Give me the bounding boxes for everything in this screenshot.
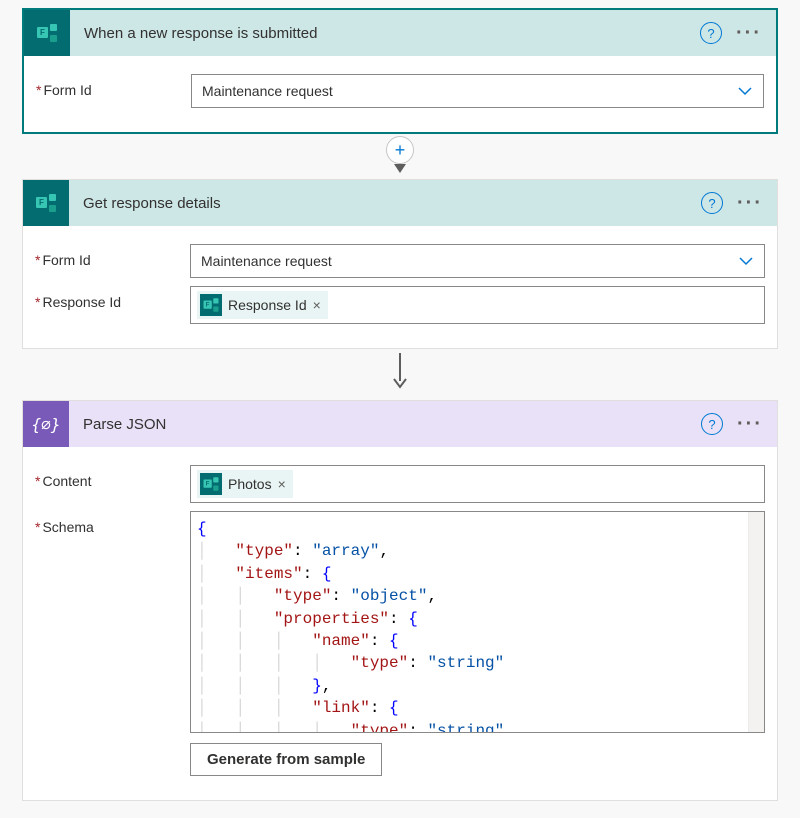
more-icon[interactable]: ···: [737, 192, 763, 215]
card-header[interactable]: F Get response details ? ···: [23, 180, 777, 226]
form-id-value: Maintenance request: [202, 83, 737, 99]
content-label: *Content: [35, 465, 190, 489]
card-body: *Content F Photos × *Schema { │ "type": …: [23, 447, 777, 800]
action-card-parse-json: {∅} Parse JSON ? ··· *Content F Photos ×…: [22, 400, 778, 801]
card-title: Parse JSON: [69, 416, 701, 433]
dynamic-token[interactable]: F Photos ×: [197, 470, 293, 498]
help-icon[interactable]: ?: [700, 22, 722, 44]
connector: [22, 349, 778, 400]
form-id-label: *Form Id: [35, 244, 190, 268]
form-id-select[interactable]: Maintenance request: [190, 244, 765, 278]
card-body: *Form Id Maintenance request: [24, 56, 776, 132]
response-id-label: *Response Id: [35, 286, 190, 310]
scrollbar[interactable]: [748, 512, 764, 732]
card-title: Get response details: [69, 195, 701, 212]
forms-icon: F: [200, 294, 222, 316]
help-icon[interactable]: ?: [701, 192, 723, 214]
forms-icon: F: [23, 180, 69, 226]
forms-icon: F: [24, 10, 70, 56]
dynamic-token[interactable]: F Response Id ×: [197, 291, 328, 319]
form-id-select[interactable]: Maintenance request: [191, 74, 764, 108]
action-card-get-response: F Get response details ? ··· *Form Id Ma…: [22, 179, 778, 349]
content-input[interactable]: F Photos ×: [190, 465, 765, 503]
close-icon[interactable]: ×: [278, 476, 286, 492]
connector: +: [22, 134, 778, 179]
form-id-value: Maintenance request: [201, 253, 738, 269]
token-label: Response Id: [228, 297, 307, 313]
chevron-down-icon: [737, 83, 753, 99]
close-icon[interactable]: ×: [313, 297, 321, 313]
generate-from-sample-button[interactable]: Generate from sample: [190, 743, 382, 776]
arrow-down-icon: [389, 351, 411, 391]
chevron-down-icon: [738, 253, 754, 269]
card-header[interactable]: {∅} Parse JSON ? ···: [23, 401, 777, 447]
schema-textarea[interactable]: { │ "type": "array", │ "items": { │ │ "t…: [190, 511, 765, 733]
forms-icon: F: [200, 473, 222, 495]
response-id-input[interactable]: F Response Id ×: [190, 286, 765, 324]
trigger-card: F When a new response is submitted ? ···…: [22, 8, 778, 134]
more-icon[interactable]: ···: [737, 413, 763, 436]
more-icon[interactable]: ···: [736, 22, 762, 45]
add-step-button[interactable]: +: [386, 136, 414, 164]
schema-label: *Schema: [35, 511, 190, 535]
card-body: *Form Id Maintenance request *Response I…: [23, 226, 777, 348]
help-icon[interactable]: ?: [701, 413, 723, 435]
card-header[interactable]: F When a new response is submitted ? ···: [24, 10, 776, 56]
form-id-label: *Form Id: [36, 74, 191, 98]
card-title: When a new response is submitted: [70, 25, 700, 42]
json-icon: {∅}: [23, 401, 69, 447]
token-label: Photos: [228, 476, 272, 492]
